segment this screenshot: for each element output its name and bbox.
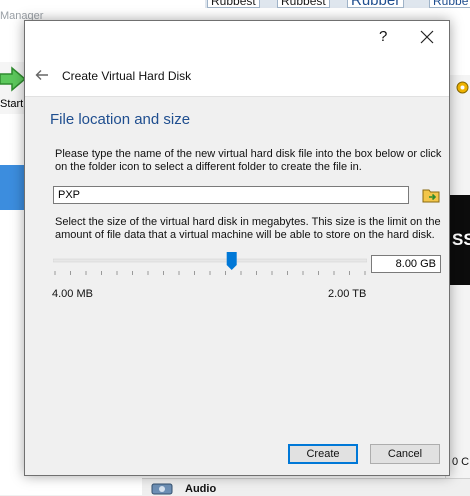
gear-icon[interactable] bbox=[455, 80, 470, 95]
dialog-title: Create Virtual Hard Disk bbox=[62, 69, 192, 83]
audio-section-label: Audio bbox=[185, 483, 217, 495]
create-button[interactable]: Create bbox=[288, 444, 358, 464]
details-value-fragment: 0 C bbox=[452, 456, 470, 468]
manager-tab[interactable]: Rubbe bbox=[429, 0, 470, 8]
create-virtual-hard-disk-dialog: ? Create Virtual Hard Disk File location… bbox=[24, 20, 450, 476]
vm-list-selected-row[interactable] bbox=[0, 165, 26, 210]
slider-track bbox=[53, 258, 367, 263]
folder-icon[interactable] bbox=[422, 187, 440, 203]
size-min-label: 4.00 MB bbox=[52, 288, 93, 300]
manager-tab-strip: Rubbest Rubbest Rubber Rubbe bbox=[205, 0, 470, 8]
size-slider[interactable] bbox=[53, 251, 367, 281]
manager-tab[interactable]: Rubbest bbox=[207, 0, 260, 8]
manager-tab[interactable]: Rubber bbox=[347, 0, 405, 8]
manager-tab[interactable]: Rubbest bbox=[277, 0, 330, 8]
size-max-label: 2.00 TB bbox=[328, 288, 367, 300]
start-button-label[interactable]: Start bbox=[0, 98, 23, 110]
section-title: File location and size bbox=[50, 111, 191, 128]
slider-thumb[interactable] bbox=[226, 252, 237, 270]
slider-ticks bbox=[54, 271, 366, 275]
close-icon[interactable] bbox=[420, 30, 434, 44]
size-value-field[interactable] bbox=[371, 255, 441, 273]
file-name-input[interactable] bbox=[53, 186, 409, 204]
location-description: Please type the name of the new virtual … bbox=[55, 148, 442, 173]
start-arrow-icon[interactable] bbox=[0, 66, 26, 92]
cancel-button[interactable]: Cancel bbox=[370, 444, 440, 464]
help-button[interactable]: ? bbox=[379, 28, 387, 45]
size-description: Select the size of the virtual hard disk… bbox=[55, 216, 441, 241]
back-arrow-icon[interactable] bbox=[35, 69, 49, 81]
audio-icon bbox=[151, 483, 173, 495]
